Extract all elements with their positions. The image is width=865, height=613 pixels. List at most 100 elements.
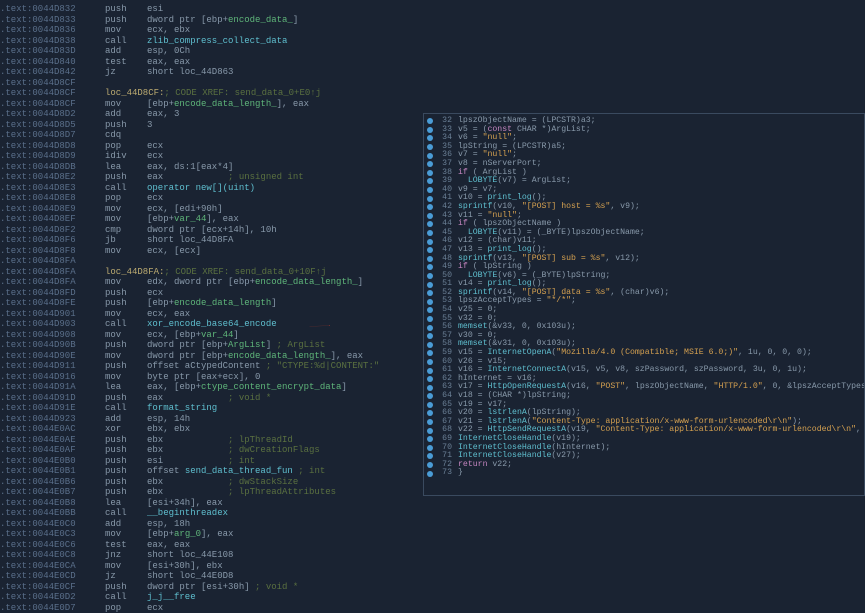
asm-line[interactable]: .text:0044D840testeax, eax: [0, 57, 420, 68]
breakpoint-dot[interactable]: [427, 239, 433, 245]
asm-line[interactable]: .text:0044D8FDpushecx: [0, 288, 420, 299]
breakpoint-dot[interactable]: [427, 204, 433, 210]
asm-line[interactable]: .text:0044D833pushdword ptr [ebp+encode_…: [0, 15, 420, 26]
asm-line[interactable]: .text:0044E0C0addesp, 18h: [0, 519, 420, 530]
breakpoint-dot[interactable]: [427, 368, 433, 374]
breakpoint-dot[interactable]: [427, 402, 433, 408]
breakpoint-dot[interactable]: [427, 462, 433, 468]
asm-line[interactable]: .text:0044D8F8movecx, [ecx]: [0, 246, 420, 257]
asm-line[interactable]: .text:0044E0B0pushesi ; int: [0, 456, 420, 467]
asm-line[interactable]: .text:0044D8CFloc_44D8CF: ; CODE XREF: s…: [0, 88, 420, 99]
breakpoint-dot[interactable]: [427, 342, 433, 348]
asm-line[interactable]: .text:0044E0CAmov[esi+30h], ebx: [0, 561, 420, 572]
asm-line[interactable]: .text:0044D836movecx, ebx: [0, 25, 420, 36]
decompiler-output[interactable]: 32lpszObjectName = (LPCSTR)a3;33v5 = (co…: [423, 113, 865, 496]
breakpoint-dot[interactable]: [427, 256, 433, 262]
breakpoint-dot[interactable]: [427, 127, 433, 133]
asm-line[interactable]: .text:0044D8D2addeax, 3: [0, 109, 420, 120]
asm-line[interactable]: .text:0044D8D9idivecx: [0, 151, 420, 162]
breakpoint-dot[interactable]: [427, 453, 433, 459]
breakpoint-dot[interactable]: [427, 299, 433, 305]
asm-line[interactable]: .text:0044E0CDjzshort loc_44E0D8: [0, 571, 420, 582]
breakpoint-dot[interactable]: [427, 187, 433, 193]
asm-line[interactable]: .text:0044D8CFmov[ebp+encode_data_length…: [0, 99, 420, 110]
breakpoint-dot[interactable]: [427, 135, 433, 141]
asm-line[interactable]: .text:0044D908movecx, [ebp+var_44]: [0, 330, 420, 341]
breakpoint-dot[interactable]: [427, 247, 433, 253]
breakpoint-dot[interactable]: [427, 316, 433, 322]
asm-line[interactable]: .text:0044E0B8lea[esi+34h], eax: [0, 498, 420, 509]
breakpoint-dot[interactable]: [427, 230, 433, 236]
asm-line[interactable]: .text:0044D8E3calloperator new[](uint): [0, 183, 420, 194]
asm-line[interactable]: .text:0044D8F2cmpdword ptr [ecx+14h], 10…: [0, 225, 420, 236]
asm-line[interactable]: .text:0044E0B6pushebx ; dwStackSize: [0, 477, 420, 488]
breakpoint-dot[interactable]: [427, 445, 433, 451]
asm-line[interactable]: .text:0044D8D7cdq: [0, 130, 420, 141]
breakpoint-dot[interactable]: [427, 178, 433, 184]
breakpoint-dot[interactable]: [427, 290, 433, 296]
asm-line[interactable]: .text:0044D8FAloc_44D8FA: ; CODE XREF: s…: [0, 267, 420, 278]
breakpoint-dot[interactable]: [427, 144, 433, 150]
asm-line[interactable]: .text:0044D8E8popecx: [0, 193, 420, 204]
asm-line[interactable]: .text:0044D8E9movecx, [edi+90h]: [0, 204, 420, 215]
asm-line[interactable]: .text:0044D916movbyte ptr [eax+ecx], 0: [0, 372, 420, 383]
breakpoint-dot[interactable]: [427, 333, 433, 339]
breakpoint-dot[interactable]: [427, 350, 433, 356]
breakpoint-dot[interactable]: [427, 436, 433, 442]
asm-line[interactable]: .text:0044D91Dpusheax ; void *: [0, 393, 420, 404]
breakpoint-dot[interactable]: [427, 282, 433, 288]
breakpoint-dot[interactable]: [427, 376, 433, 382]
asm-line[interactable]: .text:0044D8CF: [0, 78, 420, 89]
asm-line[interactable]: .text:0044D923addesp, 14h: [0, 414, 420, 425]
asm-line[interactable]: .text:0044D8D5push3: [0, 120, 420, 131]
breakpoint-dot[interactable]: [427, 385, 433, 391]
asm-line[interactable]: .text:0044D8D8popecx: [0, 141, 420, 152]
breakpoint-dot[interactable]: [427, 153, 433, 159]
breakpoint-dot[interactable]: [427, 118, 433, 124]
asm-line[interactable]: .text:0044E0D2callj_j__free: [0, 592, 420, 603]
asm-line[interactable]: .text:0044D8EFmov[ebp+var_44], eax: [0, 214, 420, 225]
breakpoint-dot[interactable]: [427, 419, 433, 425]
breakpoint-dot[interactable]: [427, 471, 433, 477]
asm-line[interactable]: .text:0044D83Daddesp, 0Ch: [0, 46, 420, 57]
breakpoint-dot[interactable]: [427, 428, 433, 434]
asm-line[interactable]: .text:0044E0B1pushoffset send_data_threa…: [0, 466, 420, 477]
asm-line[interactable]: .text:0044D8DBleaeax, ds:1[eax*4]: [0, 162, 420, 173]
breakpoint-dot[interactable]: [427, 213, 433, 219]
breakpoint-dot[interactable]: [427, 221, 433, 227]
asm-line[interactable]: .text:0044D91Aleaeax, [ebp+ctype_content…: [0, 382, 420, 393]
asm-line[interactable]: .text:0044D8FEpush[ebp+encode_data_lengt…: [0, 298, 420, 309]
asm-line[interactable]: .text:0044D8FAmovedx, dword ptr [ebp+enc…: [0, 277, 420, 288]
asm-line[interactable]: .text:0044D901movecx, eax: [0, 309, 420, 320]
asm-line[interactable]: .text:0044D90Bpushdword ptr [ebp+ArgList…: [0, 340, 420, 351]
breakpoint-dot[interactable]: [427, 359, 433, 365]
asm-line[interactable]: .text:0044D838callzlib_compress_collect_…: [0, 36, 420, 47]
asm-line[interactable]: .text:0044D842jzshort loc_44D863: [0, 67, 420, 78]
breakpoint-dot[interactable]: [427, 161, 433, 167]
breakpoint-dot[interactable]: [427, 410, 433, 416]
asm-line[interactable]: .text:0044D8F6jbshort loc_44D8FA: [0, 235, 420, 246]
asm-line[interactable]: .text:0044E0B7pushebx ; lpThreadAttribut…: [0, 487, 420, 498]
asm-line[interactable]: .text:0044E0C8jnzshort loc_44E108: [0, 550, 420, 561]
decompiled-line[interactable]: 73}: [427, 469, 861, 478]
asm-line[interactable]: .text:0044D8FA: [0, 256, 420, 267]
breakpoint-dot[interactable]: [427, 325, 433, 331]
breakpoint-dot[interactable]: [427, 307, 433, 313]
asm-line[interactable]: .text:0044E0D7popecx: [0, 603, 420, 613]
asm-line[interactable]: .text:0044D90Emovdword ptr [ebp+encode_d…: [0, 351, 420, 362]
decompiled-line[interactable]: 72return v22;: [427, 461, 861, 470]
asm-line[interactable]: .text:0044D911pushoffset aCtypedContent …: [0, 361, 420, 372]
asm-line[interactable]: .text:0044E0ACxorebx, ebx: [0, 424, 420, 435]
breakpoint-dot[interactable]: [427, 170, 433, 176]
asm-line[interactable]: .text:0044D832pushesi: [0, 4, 420, 15]
asm-line[interactable]: .text:0044E0C3mov[ebp+arg_0], eax: [0, 529, 420, 540]
breakpoint-dot[interactable]: [427, 273, 433, 279]
asm-line[interactable]: .text:0044E0AFpushebx ; dwCreationFlags: [0, 445, 420, 456]
asm-line[interactable]: .text:0044E0AEpushebx ; lpThreadId: [0, 435, 420, 446]
asm-line[interactable]: .text:0044D903callxor_encode_base64_enco…: [0, 319, 420, 330]
breakpoint-dot[interactable]: [427, 196, 433, 202]
breakpoint-dot[interactable]: [427, 393, 433, 399]
asm-line[interactable]: .text:0044E0CFpushdword ptr [esi+30h] ; …: [0, 582, 420, 593]
asm-line[interactable]: .text:0044D8E2pusheax ; unsigned int: [0, 172, 420, 183]
disassembly-listing[interactable]: .text:0044D832pushesi.text:0044D833pushd…: [0, 0, 420, 508]
